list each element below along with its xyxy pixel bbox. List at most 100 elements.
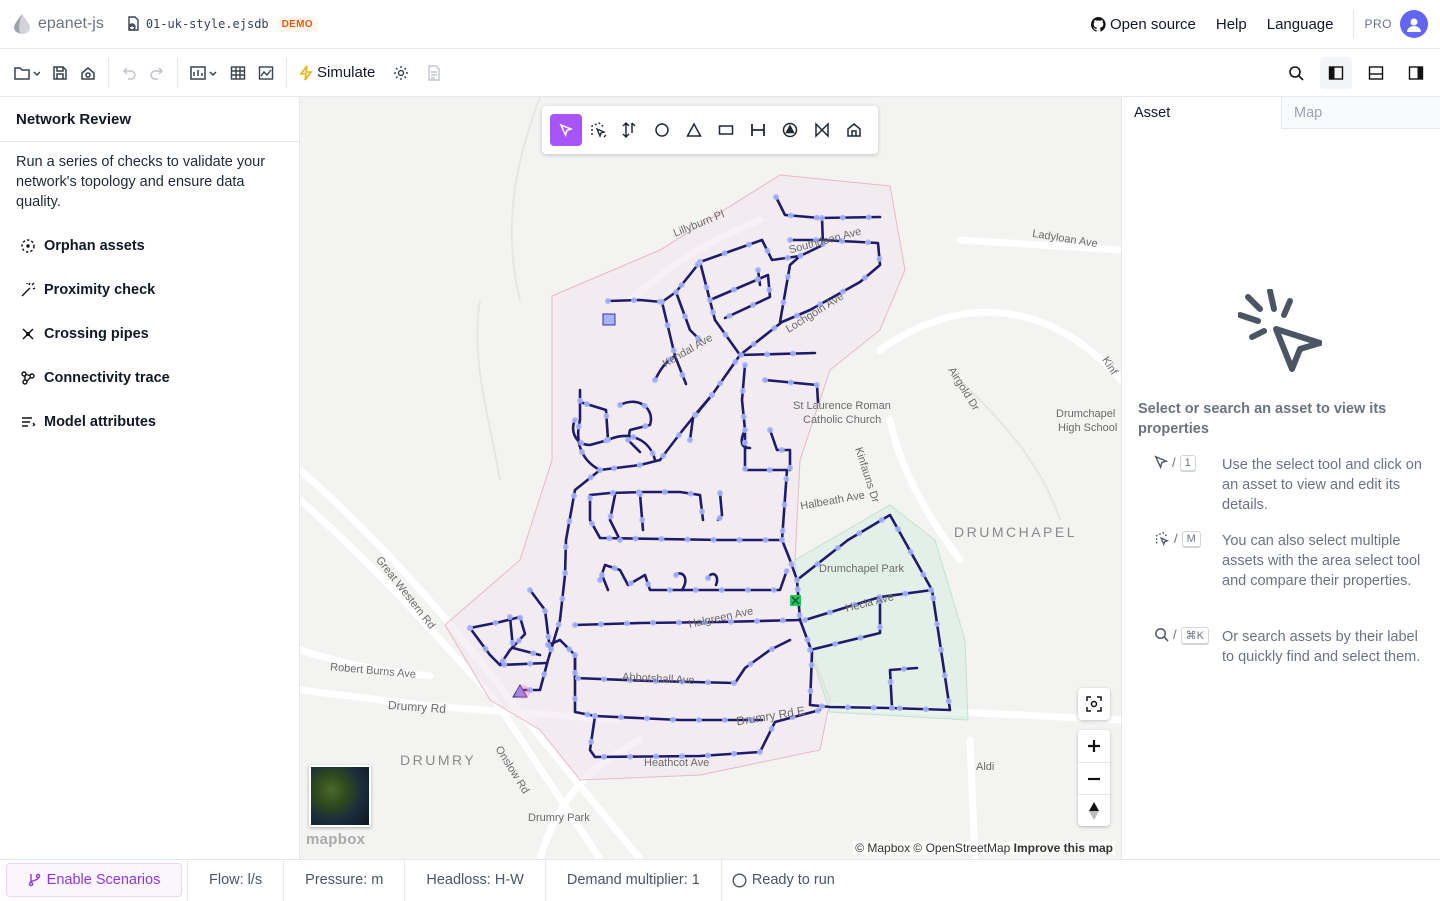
junction-node[interactable] [779, 527, 786, 534]
check-crossing-pipes[interactable]: Crossing pipes [0, 312, 299, 356]
junction-node[interactable] [598, 621, 604, 628]
junction-node[interactable] [631, 297, 637, 304]
junction-node[interactable] [694, 261, 701, 268]
junction-node[interactable] [762, 377, 768, 383]
junction-node[interactable] [572, 695, 578, 702]
simulate-button[interactable]: Simulate [293, 57, 381, 89]
junction-node[interactable] [579, 449, 585, 455]
junction-node[interactable] [515, 637, 522, 644]
junction-node[interactable] [717, 490, 723, 496]
junction-node[interactable] [679, 371, 686, 378]
junction-node[interactable] [636, 462, 643, 468]
undo-button[interactable] [115, 57, 143, 89]
junction-node[interactable] [609, 489, 616, 496]
junction-node[interactable] [740, 413, 747, 420]
junction-node[interactable] [742, 439, 748, 446]
junction-node[interactable] [746, 241, 752, 248]
junction-node[interactable] [718, 587, 725, 593]
junction-node[interactable] [687, 437, 693, 443]
junction-node[interactable] [627, 753, 633, 760]
attribution-text[interactable]: © Mapbox © OpenStreetMap [855, 841, 1010, 855]
tank-tool-button[interactable] [710, 114, 742, 146]
junction-node[interactable] [617, 537, 623, 543]
junction-node[interactable] [930, 595, 937, 602]
junction-node[interactable] [766, 467, 773, 473]
junction-node[interactable] [637, 491, 643, 497]
junction-node[interactable] [773, 194, 779, 200]
junction-node[interactable] [710, 309, 716, 316]
junction-node[interactable] [682, 313, 688, 320]
junction-node[interactable] [770, 587, 777, 593]
demand-multiplier-button[interactable]: Demand multiplier: 1 [544, 859, 721, 901]
junction-node[interactable] [684, 536, 691, 543]
junction-node[interactable] [603, 412, 610, 419]
junction-node[interactable] [642, 423, 649, 430]
junction-node[interactable] [781, 501, 788, 508]
junction-node[interactable] [896, 705, 903, 712]
junction-node[interactable] [545, 642, 551, 648]
junction-node[interactable] [673, 572, 679, 578]
compass-button[interactable] [1078, 794, 1110, 826]
junction-node[interactable] [779, 537, 785, 543]
junction-node[interactable] [808, 662, 815, 668]
junction-node[interactable] [755, 267, 761, 273]
junction-node[interactable] [649, 450, 656, 457]
junction-node[interactable] [861, 274, 868, 281]
zoom-out-button[interactable] [1078, 762, 1110, 794]
junction-node[interactable] [559, 595, 566, 602]
select-tool-button[interactable] [550, 114, 582, 146]
junction-node[interactable] [730, 286, 737, 293]
check-orphan-assets[interactable]: Orphan assets [0, 224, 299, 268]
junction-node[interactable] [864, 239, 871, 246]
junction-node[interactable] [645, 581, 652, 588]
open-file-button[interactable] [8, 57, 46, 89]
junction-node[interactable] [572, 652, 578, 658]
junction-node[interactable] [778, 447, 785, 453]
language-link[interactable]: Language [1267, 16, 1334, 33]
junction-node[interactable] [606, 535, 613, 542]
junction-node[interactable] [562, 570, 569, 576]
junction-node[interactable] [895, 526, 901, 533]
junction-node[interactable] [739, 387, 746, 394]
save-button[interactable] [46, 57, 74, 89]
junction-node[interactable] [541, 671, 548, 678]
junction-node[interactable] [527, 587, 533, 593]
junction-node[interactable] [673, 289, 679, 295]
junction-node[interactable] [611, 465, 618, 472]
junction-node[interactable] [705, 575, 711, 581]
junction-node[interactable] [722, 331, 729, 338]
junction-node[interactable] [750, 301, 756, 308]
chart-button[interactable] [252, 57, 280, 89]
junction-node[interactable] [605, 298, 611, 304]
junction-node[interactable] [779, 617, 786, 624]
junction-node[interactable] [589, 520, 595, 527]
junction-node[interactable] [790, 350, 797, 357]
junction-node[interactable] [517, 614, 524, 621]
junction-node[interactable] [588, 738, 595, 745]
junction-node[interactable] [920, 571, 927, 578]
junction-node[interactable] [572, 622, 578, 628]
pump-tool-button[interactable] [774, 114, 806, 146]
junction-node[interactable] [794, 586, 801, 593]
junction-node[interactable] [819, 215, 825, 221]
junction-node[interactable] [669, 716, 676, 723]
junction-node[interactable] [731, 750, 737, 757]
toggle-right-panel-button[interactable] [1400, 57, 1432, 89]
junction-node[interactable] [658, 536, 665, 542]
junction-node[interactable] [661, 489, 668, 495]
junction-node[interactable] [527, 660, 534, 667]
junction-node[interactable] [625, 436, 631, 443]
avatar[interactable] [1400, 10, 1428, 38]
junction-node[interactable] [601, 676, 607, 683]
junction-node[interactable] [676, 619, 682, 626]
junction-node[interactable] [603, 437, 610, 444]
report-button[interactable] [421, 57, 447, 89]
check-model-attributes[interactable]: Model attributes [0, 400, 299, 444]
junction-node[interactable] [572, 669, 578, 676]
toggle-left-panel-button[interactable] [1320, 57, 1352, 89]
junction-node[interactable] [742, 362, 748, 368]
junction-node[interactable] [787, 379, 794, 386]
junction-node[interactable] [945, 698, 952, 705]
junction-node[interactable] [664, 322, 671, 329]
junction-node[interactable] [530, 650, 537, 657]
